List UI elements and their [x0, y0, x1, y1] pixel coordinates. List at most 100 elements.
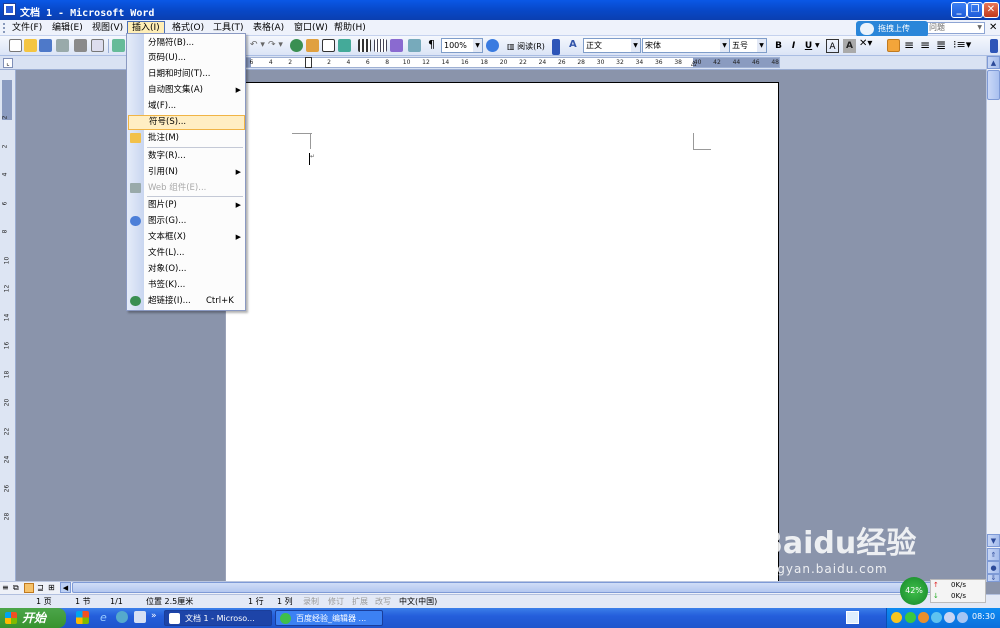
tray-icon[interactable]: [891, 612, 902, 623]
menu-item-autotext[interactable]: 自动图文集(A) ▶: [128, 83, 245, 98]
zoom-combo[interactable]: 100% ▼: [441, 38, 483, 53]
menu-item-symbol[interactable]: 符号(S)...: [128, 115, 245, 130]
char-shading-button[interactable]: A: [843, 39, 856, 53]
show-hide-icon[interactable]: ¶: [428, 38, 435, 51]
redo-icon[interactable]: ↷ ▾: [268, 40, 283, 50]
vertical-scrollbar[interactable]: ▲ ▼ ⇑ ● ⇓: [986, 56, 1000, 582]
menu-item-hyperlink[interactable]: 超链接(I)... Ctrl+K: [128, 294, 245, 309]
network-speed-widget[interactable]: 42% ↑ 0K/s ↓ 0K/s: [900, 577, 986, 607]
clock[interactable]: 08:30: [972, 612, 995, 621]
menu-item-bookmark[interactable]: 书签(K)...: [128, 278, 245, 293]
toolbar-options-icon[interactable]: [990, 39, 998, 53]
menu-item-field[interactable]: 域(F)...: [128, 99, 245, 114]
thumbnails-icon[interactable]: [408, 39, 421, 52]
help-icon[interactable]: [486, 39, 499, 52]
horizontal-ruler[interactable]: ◬ 86422468101214161820222426283032343638…: [228, 57, 780, 68]
tray-icon[interactable]: [905, 612, 916, 623]
maximize-button[interactable]: ❐: [967, 2, 983, 18]
tables-borders-icon[interactable]: [306, 39, 319, 52]
document-page[interactable]: ↵: [225, 82, 779, 582]
scroll-left-button[interactable]: ◀: [60, 582, 71, 593]
menu-item-picture[interactable]: 图片(P) ▶: [128, 198, 245, 213]
align-justify-icon[interactable]: [887, 39, 900, 52]
menu-item-date-time[interactable]: 日期和时间(T)...: [128, 67, 245, 82]
indent-marker-icon[interactable]: [305, 57, 312, 68]
status-record[interactable]: 录制: [303, 596, 319, 608]
chevron-down-icon[interactable]: ▼: [631, 39, 640, 52]
horizontal-scrollbar[interactable]: ≡ ⧉ ⊒ ⊞ ◀ ▶: [0, 581, 986, 594]
style-combo[interactable]: 正文 ▼: [583, 38, 641, 53]
browser-icon[interactable]: [116, 611, 128, 623]
menu-item-number[interactable]: 数字(R)...: [128, 149, 245, 164]
show-desktop-icon[interactable]: [846, 611, 859, 624]
taskbar-word-button[interactable]: 文档 1 - Microso...: [164, 610, 272, 626]
grip-handle[interactable]: [3, 23, 5, 33]
menu-item-file[interactable]: 文件(L)...: [128, 246, 245, 261]
print-layout-icon[interactable]: [24, 583, 34, 593]
chevron-down-icon[interactable]: ▼: [757, 39, 766, 52]
styles-icon[interactable]: A: [569, 39, 577, 50]
font-combo[interactable]: 宋体 ▼: [642, 38, 730, 53]
menu-view[interactable]: 视图(V): [88, 21, 127, 35]
distributed-icon[interactable]: ≣: [936, 38, 946, 52]
taskbar-browser-button[interactable]: 百度经验_编辑器 ...: [275, 610, 383, 626]
minimize-button[interactable]: _: [951, 2, 967, 18]
horizontal-scroll-thumb[interactable]: [72, 582, 972, 593]
menu-edit[interactable]: 编辑(E): [48, 21, 87, 35]
ask-question-box[interactable]: 问题 ▼: [925, 22, 985, 34]
insert-table-icon[interactable]: [322, 39, 335, 52]
outline-view-icon[interactable]: ⊒: [37, 583, 44, 592]
menu-help[interactable]: 帮助(H): [330, 21, 370, 35]
menu-table[interactable]: 表格(A): [249, 21, 288, 35]
scroll-up-button[interactable]: ▲: [987, 56, 1000, 69]
document-map-icon[interactable]: [390, 39, 403, 52]
status-overtype[interactable]: 改写: [375, 596, 391, 608]
menu-item-comment[interactable]: 批注(M): [128, 131, 245, 146]
print-preview-icon[interactable]: [91, 39, 104, 52]
drawing-icon[interactable]: [374, 39, 387, 52]
line-spacing-icon[interactable]: ⁝≡▾: [953, 38, 971, 51]
permission-icon[interactable]: [56, 39, 69, 52]
close-document-icon[interactable]: ✕: [989, 22, 997, 33]
chevron-down-icon[interactable]: ▼: [815, 42, 820, 49]
web-view-icon[interactable]: ⧉: [13, 583, 19, 593]
tab-selector-icon[interactable]: ⌞: [3, 58, 13, 68]
font-size-combo[interactable]: 五号 ▼: [729, 38, 767, 53]
status-track-changes[interactable]: 修订: [328, 596, 344, 608]
phonetic-guide-icon[interactable]: ✕▾: [859, 38, 872, 49]
normal-view-icon[interactable]: ≡: [2, 583, 9, 592]
undo-icon[interactable]: ↶ ▾: [250, 40, 265, 50]
align-center-icon[interactable]: ≡: [904, 38, 914, 52]
chevron-down-icon[interactable]: ▼: [473, 39, 482, 52]
menu-item-diagram[interactable]: 图示(G)...: [128, 214, 245, 229]
upload-button[interactable]: 拖拽上传: [856, 21, 928, 37]
tray-icon[interactable]: [918, 612, 929, 623]
print-icon[interactable]: [74, 39, 87, 52]
next-page-button[interactable]: ⇓: [987, 574, 1000, 582]
align-right-icon[interactable]: ≡: [920, 38, 930, 52]
hyperlink-icon[interactable]: [290, 39, 303, 52]
quick-launch-icon[interactable]: [76, 611, 89, 624]
menu-item-object[interactable]: 对象(O)...: [128, 262, 245, 277]
ie-icon[interactable]: e: [100, 611, 107, 624]
network-icon[interactable]: [957, 612, 968, 623]
vertical-ruler[interactable]: 2 2 4 6 8 10 12 14 16 18 20 22 24 26 28: [0, 70, 16, 582]
volume-icon[interactable]: [944, 612, 955, 623]
word-document-icon[interactable]: [3, 3, 16, 16]
bold-button[interactable]: B: [772, 39, 785, 53]
save-icon[interactable]: [39, 39, 52, 52]
close-button[interactable]: ✕: [983, 2, 999, 18]
open-folder-icon[interactable]: [24, 39, 37, 52]
toolbar-options-icon[interactable]: [552, 39, 560, 55]
desktop-icon[interactable]: [134, 611, 146, 623]
new-document-icon[interactable]: [9, 39, 22, 52]
previous-page-button[interactable]: ⇑: [987, 548, 1000, 561]
menu-item-page-numbers[interactable]: 页码(U)...: [128, 51, 245, 66]
underline-button[interactable]: U: [802, 39, 815, 53]
insert-excel-icon[interactable]: [338, 39, 351, 52]
scroll-down-button[interactable]: ▼: [987, 534, 1000, 547]
select-browse-object-button[interactable]: ●: [987, 561, 1000, 574]
status-extend[interactable]: 扩展: [352, 596, 368, 608]
chevron-down-icon[interactable]: ▼: [720, 39, 729, 52]
menu-item-break[interactable]: 分隔符(B)...: [128, 36, 245, 51]
